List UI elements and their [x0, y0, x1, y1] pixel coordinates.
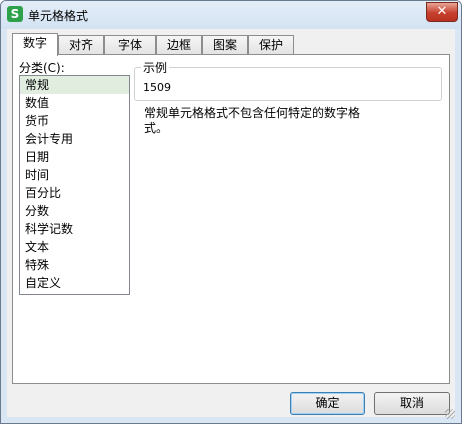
- number-tab-panel: 分类(C): 常规 数值 货币 会计专用 日期 时间 百分比 分数 科学记数 文…: [12, 54, 450, 384]
- category-item-accounting[interactable]: 会计专用: [20, 130, 129, 148]
- tab-border[interactable]: 边框: [156, 35, 202, 55]
- category-item-custom[interactable]: 自定义: [20, 274, 129, 292]
- wps-spreadsheet-icon: S: [7, 6, 23, 22]
- category-item-general[interactable]: 常规: [20, 76, 129, 94]
- resize-grip-icon[interactable]: [445, 409, 455, 419]
- format-cells-dialog: S 单元格格式 ✕ 数字 对齐 字体 边框 图案 保护 分类(C): 常规 数值…: [0, 0, 462, 424]
- category-item-text[interactable]: 文本: [20, 238, 129, 256]
- category-item-special[interactable]: 特殊: [20, 256, 129, 274]
- ok-button[interactable]: 确定: [290, 392, 365, 415]
- category-item-date[interactable]: 日期: [20, 148, 129, 166]
- tab-patterns[interactable]: 图案: [202, 35, 248, 55]
- category-item-fraction[interactable]: 分数: [20, 202, 129, 220]
- tab-protection[interactable]: 保护: [248, 35, 294, 55]
- tab-font[interactable]: 字体: [104, 35, 156, 55]
- category-item-currency[interactable]: 货币: [20, 112, 129, 130]
- category-label: 分类(C):: [19, 61, 65, 75]
- sample-value: 1509: [143, 81, 171, 94]
- title-bar[interactable]: S 单元格格式 ✕: [1, 1, 461, 29]
- close-button[interactable]: ✕: [426, 2, 458, 22]
- close-icon: ✕: [436, 4, 448, 19]
- tab-alignment[interactable]: 对齐: [58, 35, 104, 55]
- category-item-number[interactable]: 数值: [20, 94, 129, 112]
- dialog-title: 单元格格式: [28, 9, 89, 23]
- sample-title: 示例: [141, 59, 170, 76]
- cancel-button[interactable]: 取消: [374, 392, 450, 415]
- category-item-percentage[interactable]: 百分比: [20, 184, 129, 202]
- sample-group: 示例 1509: [134, 59, 442, 101]
- category-item-time[interactable]: 时间: [20, 166, 129, 184]
- category-item-scientific[interactable]: 科学记数: [20, 220, 129, 238]
- tab-number[interactable]: 数字: [12, 33, 58, 56]
- category-list[interactable]: 常规 数值 货币 会计专用 日期 时间 百分比 分数 科学记数 文本 特殊 自定…: [19, 75, 130, 295]
- format-description: 常规单元格格式不包含任何特定的数字格式。: [144, 106, 361, 135]
